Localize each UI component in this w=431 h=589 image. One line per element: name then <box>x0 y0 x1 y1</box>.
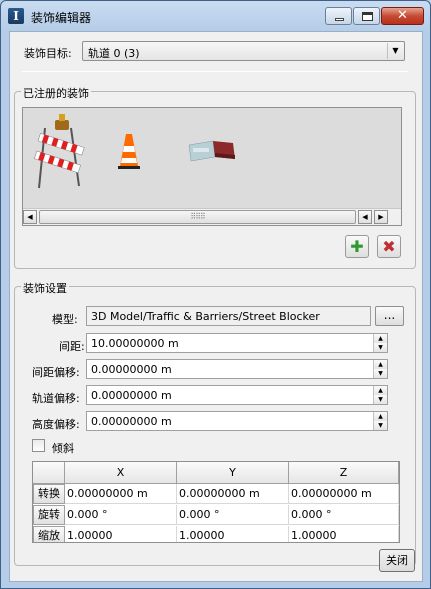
spacing-input[interactable]: 10.00000000 m ▲ ▼ <box>86 333 388 353</box>
rotate-x-cell[interactable]: 0.000 ° <box>65 505 177 525</box>
street-blocker-icon[interactable] <box>187 139 237 163</box>
registered-group-title: 已注册的装饰 <box>21 85 91 101</box>
track-offset-label: 轨道偏移: <box>32 392 80 405</box>
traffic-cone-icon[interactable] <box>116 132 142 170</box>
tilt-label: 倾斜 <box>52 442 74 455</box>
scroll-left-icon[interactable]: ◀ <box>23 210 37 224</box>
delete-icon: ✖ <box>382 237 396 256</box>
height-offset-input[interactable]: 0.00000000 m ▲ ▼ <box>86 411 388 431</box>
transform-table: X Y Z 转换 0.00000000 m 0.00000000 m 0.000… <box>32 461 400 543</box>
spacing-label: 间距: <box>59 340 85 353</box>
spacing-offset-value: 0.00000000 m <box>91 363 172 376</box>
spin-up-icon[interactable]: ▲ <box>374 412 387 421</box>
scroll-thumb[interactable]: ⠿⠿⠿ <box>39 210 356 224</box>
spacing-offset-spinner[interactable]: ▲ ▼ <box>373 360 387 378</box>
scale-x-cell[interactable]: 1.00000 <box>65 526 177 542</box>
column-header-z[interactable]: Z <box>289 462 399 484</box>
spacing-spinner[interactable]: ▲ ▼ <box>373 334 387 352</box>
maximize-icon <box>362 12 373 21</box>
table-corner-header <box>33 462 65 484</box>
scale-z-cell[interactable]: 1.00000 <box>289 526 399 542</box>
maximize-button[interactable] <box>353 7 380 25</box>
spin-down-icon[interactable]: ▼ <box>374 343 387 352</box>
scroll-left-icon[interactable]: ◀ <box>358 210 372 224</box>
street-barrier-icon[interactable] <box>33 114 87 190</box>
app-icon: I <box>8 8 24 24</box>
decoration-editor-window: I 装饰编辑器 ✕ 装饰目标: 轨道 0 (3) ▼ 已注册的装饰 ◀ ⠿⠿⠿ … <box>0 0 431 589</box>
spacing-value: 10.00000000 m <box>91 337 179 350</box>
translate-y-cell[interactable]: 0.00000000 m <box>177 484 289 504</box>
chevron-down-icon[interactable]: ▼ <box>387 43 403 59</box>
dialog-body: 装饰目标: 轨道 0 (3) ▼ 已注册的装饰 ◀ ⠿⠿⠿ ◀ ▶ ✚ ✖ 装饰… <box>9 31 423 582</box>
height-offset-label: 高度偏移: <box>32 418 80 431</box>
close-button[interactable]: 关闭 <box>379 549 415 572</box>
spacing-offset-label: 间距偏移: <box>32 366 80 379</box>
spin-up-icon[interactable]: ▲ <box>374 334 387 343</box>
track-offset-input[interactable]: 0.00000000 m ▲ ▼ <box>86 385 388 405</box>
height-offset-value: 0.00000000 m <box>91 415 172 428</box>
column-header-y[interactable]: Y <box>177 462 289 484</box>
scroll-right-icon[interactable]: ▶ <box>374 210 388 224</box>
row-header-rotate[interactable]: 旋转 <box>33 505 65 525</box>
window-title: 装饰编辑器 <box>31 11 92 25</box>
browse-model-button[interactable]: ... <box>375 306 404 326</box>
spin-up-icon[interactable]: ▲ <box>374 386 387 395</box>
model-value: 3D Model/Traffic & Barriers/Street Block… <box>91 310 320 323</box>
model-field[interactable]: 3D Model/Traffic & Barriers/Street Block… <box>86 306 371 326</box>
row-header-scale[interactable]: 缩放 <box>33 526 65 542</box>
target-combobox[interactable]: 轨道 0 (3) ▼ <box>82 41 405 61</box>
spin-down-icon[interactable]: ▼ <box>374 421 387 430</box>
column-header-x[interactable]: X <box>65 462 177 484</box>
close-window-button[interactable]: ✕ <box>381 7 424 25</box>
title-bar[interactable]: I 装饰编辑器 ✕ <box>1 1 430 31</box>
plus-icon: ✚ <box>350 237 364 256</box>
remove-decoration-button[interactable]: ✖ <box>377 235 401 258</box>
spin-up-icon[interactable]: ▲ <box>374 360 387 369</box>
height-offset-spinner[interactable]: ▲ ▼ <box>373 412 387 430</box>
target-value: 轨道 0 (3) <box>88 47 140 60</box>
target-label: 装饰目标: <box>24 47 72 60</box>
spin-down-icon[interactable]: ▼ <box>374 395 387 404</box>
track-offset-value: 0.00000000 m <box>91 389 172 402</box>
track-offset-spinner[interactable]: ▲ ▼ <box>373 386 387 404</box>
settings-group-title: 装饰设置 <box>21 280 69 296</box>
row-header-translate[interactable]: 转换 <box>33 484 65 504</box>
model-label: 模型: <box>52 313 78 326</box>
separator <box>22 71 408 72</box>
palette-scrollbar[interactable]: ◀ ⠿⠿⠿ ◀ ▶ <box>23 208 401 225</box>
spin-down-icon[interactable]: ▼ <box>374 369 387 378</box>
decoration-palette: ◀ ⠿⠿⠿ ◀ ▶ <box>22 107 402 226</box>
rotate-y-cell[interactable]: 0.000 ° <box>177 505 289 525</box>
translate-x-cell[interactable]: 0.00000000 m <box>65 484 177 504</box>
close-icon: ✕ <box>397 8 408 23</box>
translate-z-cell[interactable]: 0.00000000 m <box>289 484 399 504</box>
add-decoration-button[interactable]: ✚ <box>345 235 369 258</box>
minimize-icon <box>335 18 344 21</box>
rotate-z-cell[interactable]: 0.000 ° <box>289 505 399 525</box>
scale-y-cell[interactable]: 1.00000 <box>177 526 289 542</box>
minimize-button[interactable] <box>325 7 352 25</box>
tilt-checkbox[interactable] <box>32 439 45 452</box>
spacing-offset-input[interactable]: 0.00000000 m ▲ ▼ <box>86 359 388 379</box>
